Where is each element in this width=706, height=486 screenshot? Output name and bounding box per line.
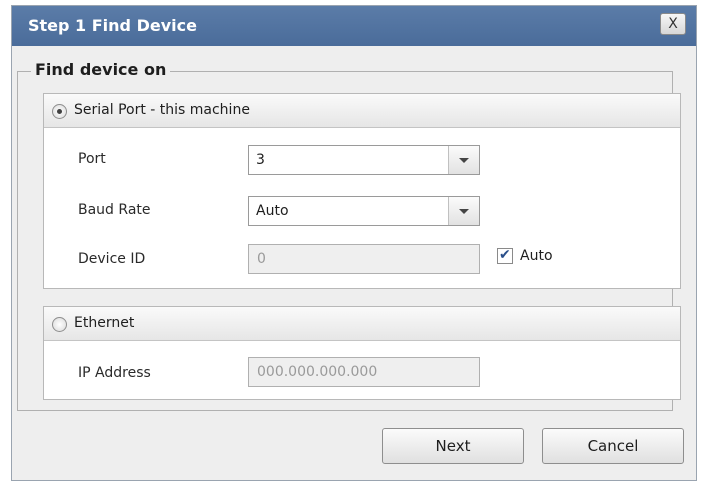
group-legend: Find device on [31,60,171,79]
checkmark-icon: ✔ [499,247,511,263]
port-dropdown[interactable]: 3 [248,145,480,175]
cancel-button[interactable]: Cancel [542,428,684,464]
baud-rate-dropdown[interactable]: Auto [248,196,480,226]
ip-address-placeholder: 000.000.000.000 [257,364,378,380]
close-button[interactable]: X [660,13,686,35]
auto-checkbox-label[interactable]: Auto [520,248,553,264]
ip-address-label: IP Address [78,365,151,381]
chevron-down-icon[interactable] [448,197,479,225]
dialog-title: Step 1 Find Device [28,16,197,35]
device-id-label: Device ID [78,251,146,267]
device-id-value: 0 [257,251,266,267]
baud-rate-value: Auto [256,203,289,219]
next-button[interactable]: Next [382,428,524,464]
auto-checkbox[interactable]: ✔ [497,247,513,264]
serial-port-radio[interactable] [52,104,67,119]
ethernet-label: Ethernet [74,315,135,331]
ethernet-radio[interactable] [52,317,67,332]
device-id-input[interactable]: 0 [248,244,480,274]
port-label: Port [78,151,106,167]
serial-port-header[interactable]: Serial Port - this machine [44,94,680,128]
baud-rate-label: Baud Rate [78,202,151,218]
chevron-down-icon[interactable] [448,146,479,174]
port-value: 3 [256,152,265,168]
title-bar: Step 1 Find Device X [12,6,696,46]
ethernet-header[interactable]: Ethernet [44,307,680,341]
serial-port-label: Serial Port - this machine [74,102,250,118]
ip-address-input[interactable]: 000.000.000.000 [248,357,480,387]
